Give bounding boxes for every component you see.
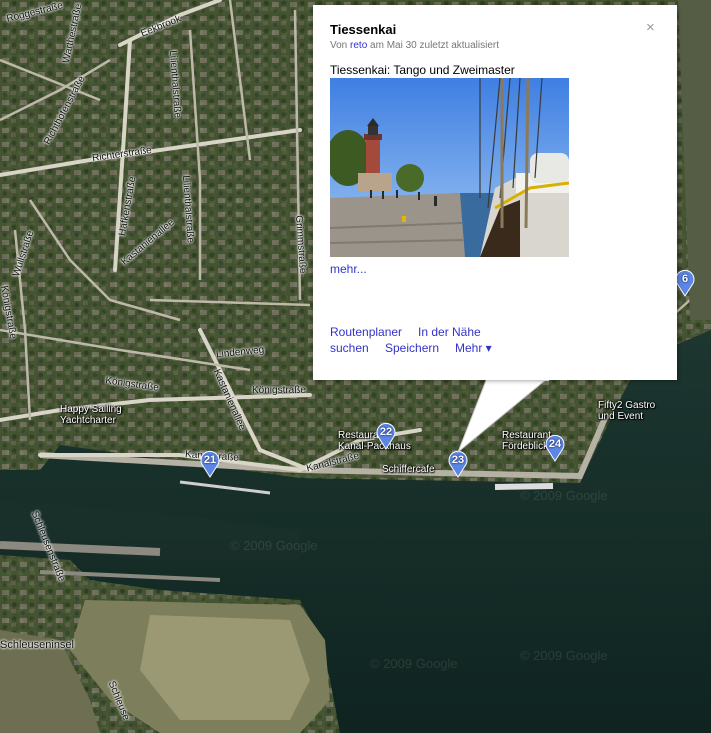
marker-label: 22: [379, 426, 393, 438]
place-label-line: und Event: [598, 411, 644, 422]
speichern-link[interactable]: Speichern: [385, 341, 439, 355]
watermark: © 2009 Google: [370, 656, 458, 671]
watermark: © 2009 Google: [520, 648, 608, 663]
suchen-link[interactable]: suchen: [330, 341, 369, 355]
meta-suffix: am Mai 30 zuletzt aktualisiert: [370, 40, 499, 51]
street-label: Königstraße: [252, 385, 306, 396]
meta-prefix: Von: [330, 40, 348, 51]
info-window-description: Tiessenkai: Tango und Zweimaster: [330, 63, 515, 77]
place-label-line: Fifty2 Gastro: [598, 400, 656, 411]
street-label: Schleuseninsel: [0, 639, 74, 651]
info-window: Tiessenkai × Von reto am Mai 30 zuletzt …: [313, 5, 677, 380]
photo-image: [330, 78, 569, 257]
place-label-line: Yachtcharter: [60, 415, 116, 426]
watermark: © 2009 Google: [520, 488, 608, 503]
place-label-line: Happy Sailing: [60, 404, 122, 415]
place-label-fifty2: Fifty2 Gastro und Event: [598, 400, 655, 422]
in-der-naehe-link[interactable]: In der Nähe: [418, 325, 481, 339]
mehr-menu-button[interactable]: Mehr ▾: [455, 341, 492, 355]
map-marker[interactable]: 6: [674, 269, 696, 297]
map-marker[interactable]: 21: [199, 450, 221, 478]
close-icon[interactable]: ×: [646, 19, 655, 36]
place-photo[interactable]: [330, 78, 569, 257]
info-window-title: Tiessenkai: [330, 22, 397, 37]
place-label-schiffercafe: Schiffercafe: [382, 464, 435, 475]
map-marker[interactable]: 24: [544, 434, 566, 462]
place-label-happy-sailing: Happy Sailing Yachtcharter: [60, 404, 122, 426]
map-marker[interactable]: 23: [447, 450, 469, 478]
marker-label: 6: [681, 273, 689, 285]
marker-label: 23: [451, 454, 465, 466]
map-marker[interactable]: 22: [375, 422, 397, 450]
info-window-meta: Von reto am Mai 30 zuletzt aktualisiert: [330, 40, 499, 51]
more-link[interactable]: mehr...: [330, 262, 367, 276]
marker-label: 21: [203, 454, 217, 466]
marker-label: 24: [548, 438, 562, 450]
routenplaner-link[interactable]: Routenplaner: [330, 325, 402, 339]
author-link[interactable]: reto: [350, 40, 367, 51]
watermark: © 2009 Google: [230, 538, 318, 553]
